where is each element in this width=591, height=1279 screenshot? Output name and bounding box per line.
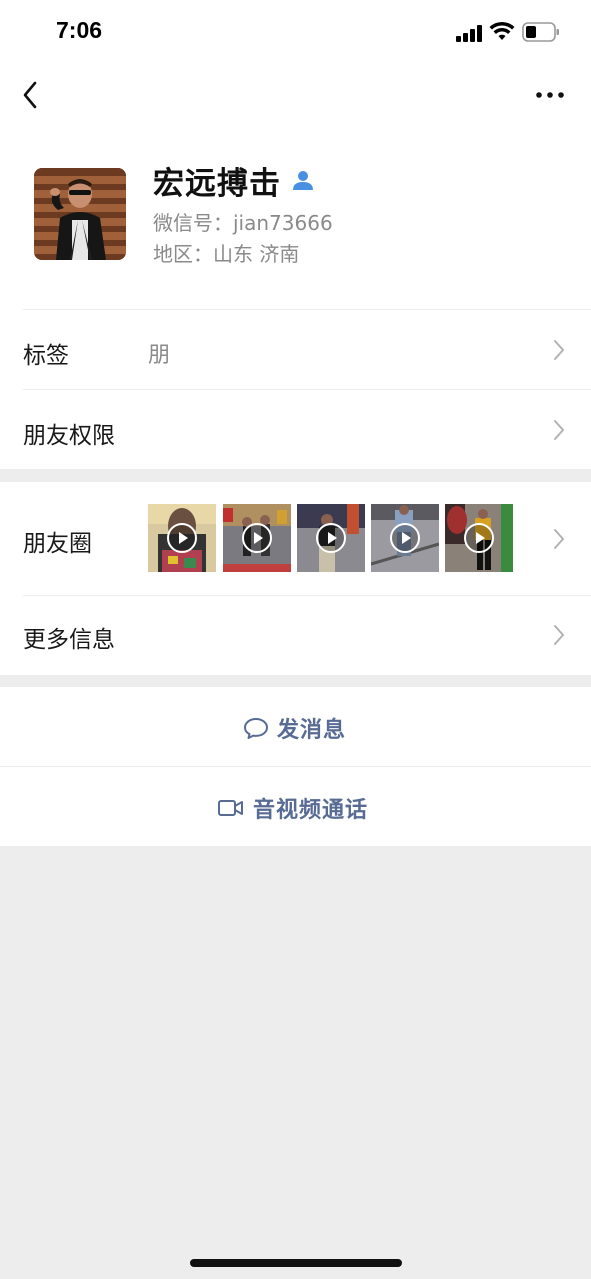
avatar[interactable] <box>34 168 126 260</box>
more-info-label: 更多信息 <box>23 627 115 653</box>
tags-label: 标签 <box>23 343 69 369</box>
more-horizontal-icon[interactable] <box>533 82 567 108</box>
more-info-row[interactable]: 更多信息 <box>0 596 591 675</box>
chevron-right-icon <box>554 420 564 440</box>
contact-profile-page: 7:06 宏远搏击 微信号：jian73666 地区：山东 济南 标签 朋 朋友… <box>0 0 591 1279</box>
chat-bubble-icon <box>244 718 268 739</box>
status-bar: 7:06 <box>0 0 591 64</box>
chevron-right-icon <box>554 625 564 645</box>
play-icon <box>242 523 272 553</box>
status-time: 7:06 <box>56 17 103 43</box>
moments-thumbnail[interactable] <box>371 504 439 572</box>
home-indicator <box>190 1259 402 1267</box>
contact-person-icon <box>293 171 313 190</box>
tags-value: 朋 <box>148 343 171 368</box>
tags-row[interactable]: 标签 朋 <box>0 310 591 389</box>
region: 地区：山东 济南 <box>153 242 300 266</box>
play-icon <box>390 523 420 553</box>
moments-thumbnail[interactable] <box>148 504 216 572</box>
moments-thumbnail[interactable] <box>297 504 365 572</box>
wechat-id: 微信号：jian73666 <box>153 211 333 235</box>
moments-label: 朋友圈 <box>23 531 92 557</box>
chevron-right-icon <box>554 340 564 360</box>
moments-thumbnail[interactable] <box>445 504 513 572</box>
signal-icon <box>456 24 484 42</box>
moments-thumbnail[interactable] <box>223 504 291 572</box>
video-call-button[interactable]: 音视频通话 <box>0 767 591 847</box>
chevron-right-icon <box>554 529 564 549</box>
video-camera-icon <box>218 800 243 816</box>
send-message-label: 发消息 <box>277 718 347 743</box>
profile-name: 宏远搏击 <box>153 166 281 202</box>
send-message-button[interactable]: 发消息 <box>0 687 591 767</box>
wifi-icon <box>489 21 515 40</box>
play-icon <box>167 523 197 553</box>
nav-bar <box>0 64 591 124</box>
play-icon <box>316 523 346 553</box>
friend-permissions-label: 朋友权限 <box>23 423 115 449</box>
chevron-left-icon[interactable] <box>18 78 46 112</box>
play-icon <box>464 523 494 553</box>
friend-permissions-row[interactable]: 朋友权限 <box>0 390 591 469</box>
battery-icon <box>522 22 559 42</box>
video-call-label: 音视频通话 <box>253 798 369 823</box>
